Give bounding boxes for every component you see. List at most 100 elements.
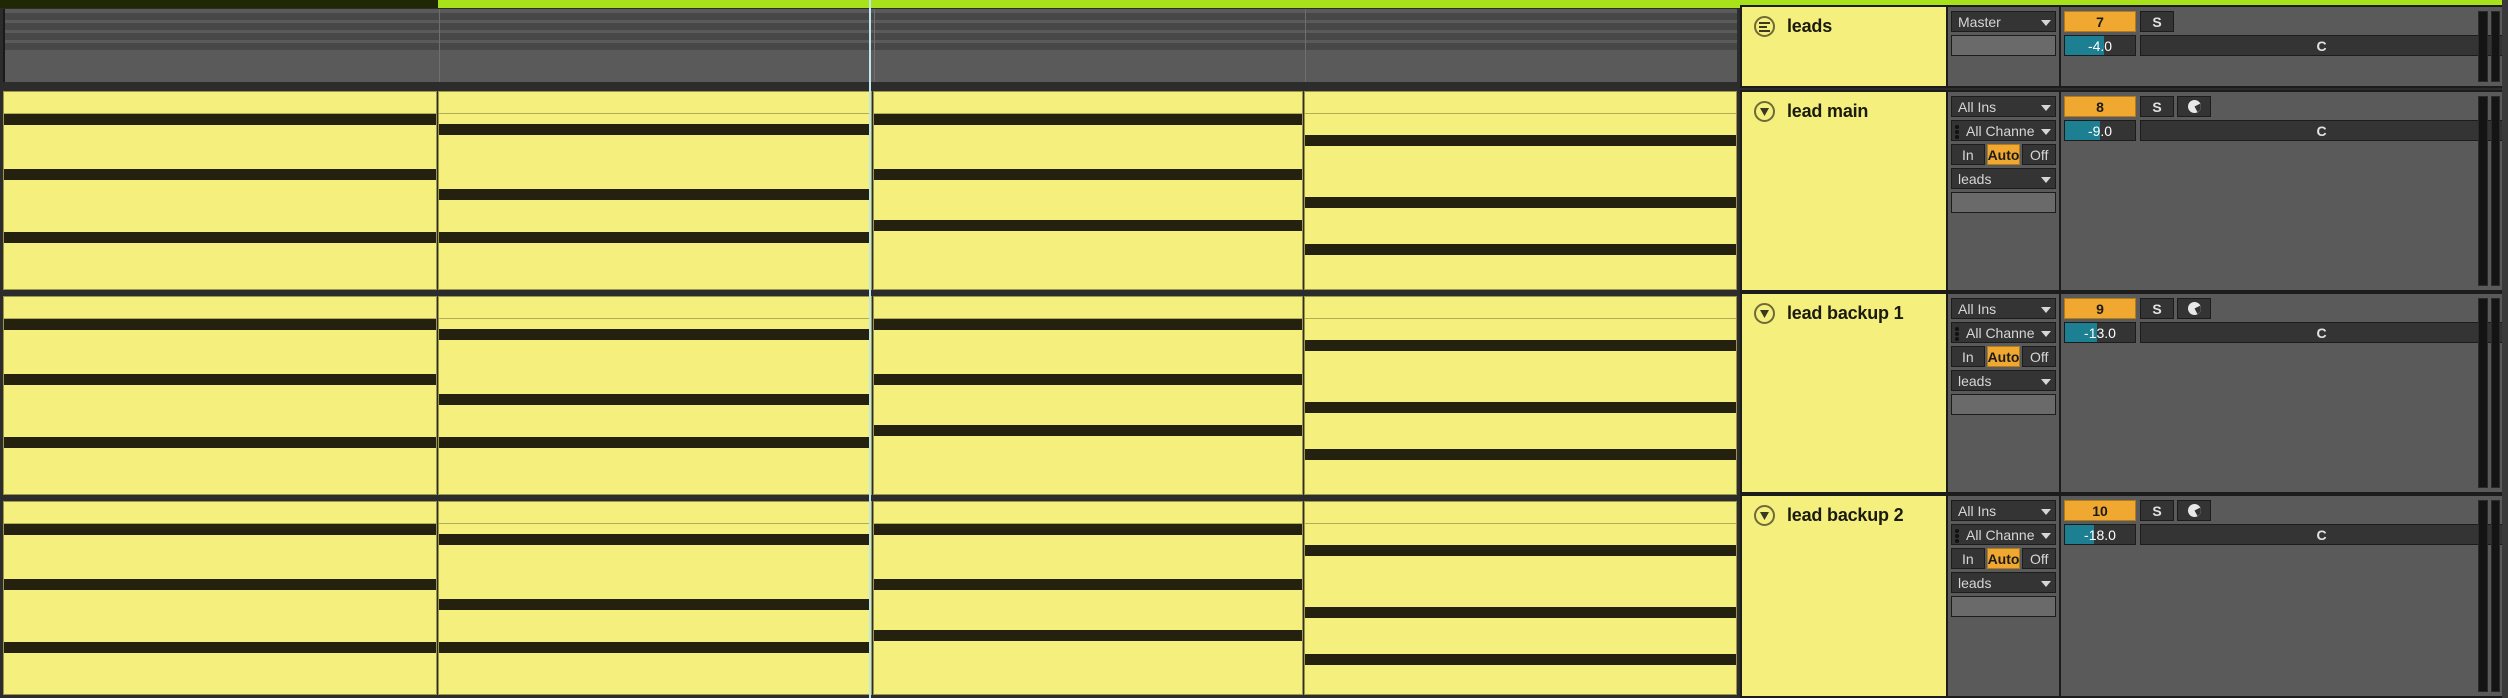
monitor-auto-button[interactable]: Auto [1986,144,2021,165]
track-fold-icon[interactable] [1754,303,1775,324]
midi-note[interactable] [439,232,871,243]
clip-title-bar[interactable] [1305,92,1736,114]
midi-note[interactable] [874,630,1302,641]
monitor-off-button[interactable]: Off [2022,548,2057,569]
clip-title-bar[interactable] [439,502,871,524]
midi-clip[interactable] [1304,501,1737,695]
track-io-cell[interactable]: Master [1948,5,2061,88]
mixer-strip[interactable]: 10 -18.0 S C [2061,494,2508,698]
input-channel-chooser[interactable]: All Channe [1951,322,2056,343]
track-fold-icon[interactable] [1754,101,1775,122]
midi-clip[interactable] [3,501,437,695]
midi-clip[interactable] [438,91,872,290]
midi-clip[interactable] [438,501,872,695]
track-name-cell[interactable]: lead backup 1 [1740,292,1948,494]
clip-title-bar[interactable] [4,297,436,319]
scene-number-box[interactable]: 7 [2064,11,2136,32]
track-name-cell[interactable]: lead main [1740,90,1948,292]
midi-note[interactable] [1305,197,1736,208]
midi-note[interactable] [874,374,1302,385]
midi-note[interactable] [1305,135,1736,146]
midi-clip[interactable] [873,501,1303,695]
clip-title-bar[interactable] [4,502,436,524]
clip-title-bar[interactable] [874,297,1302,319]
clip-title-bar[interactable] [1305,297,1736,319]
mixer-strip[interactable]: 7 -4.0 S C [2061,5,2508,88]
clip-title-bar[interactable] [439,297,871,319]
clip-title-bar[interactable] [439,92,871,114]
midi-note[interactable] [4,169,436,180]
midi-clip[interactable] [1304,91,1737,290]
monitor-in-button[interactable]: In [1951,144,1985,165]
midi-note[interactable] [4,437,436,448]
midi-note[interactable] [439,124,871,135]
scene-number-box[interactable]: 9 [2064,298,2136,319]
midi-note[interactable] [439,329,871,340]
volume-display[interactable]: -9.0 [2064,120,2136,141]
midi-note[interactable] [439,642,871,653]
track-name-cell[interactable]: leads [1740,5,1948,88]
pan-display[interactable]: C [2140,120,2503,141]
midi-clip[interactable] [3,91,437,290]
pan-display[interactable]: C [2140,35,2503,56]
scene-number-box[interactable]: 10 [2064,500,2136,521]
midi-note[interactable] [1305,545,1736,556]
midi-note[interactable] [439,189,871,200]
solo-button[interactable]: S [2140,96,2174,117]
monitor-in-button[interactable]: In [1951,346,1985,367]
midi-note[interactable] [874,524,1302,535]
empty-slot[interactable] [1951,192,2056,213]
arrangement-view[interactable] [0,0,1740,698]
midi-note[interactable] [874,114,1302,125]
clip-title-bar[interactable] [1305,502,1736,524]
clip-title-bar[interactable] [874,92,1302,114]
midi-note[interactable] [1305,449,1736,460]
midi-note[interactable] [874,579,1302,590]
midi-clip[interactable] [438,296,872,495]
pan-display[interactable]: C [2140,524,2503,545]
track-header-row[interactable]: lead main All Ins All Channe In Auto Off leads… [1740,90,2508,292]
monitor-section[interactable]: In Auto Off [1951,346,2057,367]
record-arm-icon[interactable] [2177,96,2211,117]
midi-note[interactable] [4,524,436,535]
input-channel-chooser[interactable]: All Channe [1951,120,2056,141]
midi-clip[interactable] [873,91,1303,290]
track-header-panel[interactable]: leads Master 7 -4.0 S Clead main All Ins All Ch… [1740,0,2508,698]
midi-note[interactable] [439,534,871,545]
output-chooser[interactable]: leads [1951,168,2056,189]
output-chooser[interactable]: leads [1951,572,2056,593]
monitor-auto-button[interactable]: Auto [1986,346,2021,367]
mixer-strip[interactable]: 9 -13.0 S C [2061,292,2508,494]
midi-note[interactable] [439,394,871,405]
track-io-cell[interactable]: All Ins All Channe In Auto Off leads [1948,494,2061,698]
group-fold-icon[interactable] [1754,16,1775,37]
midi-note[interactable] [1305,340,1736,351]
midi-note[interactable] [439,437,871,448]
solo-button[interactable]: S [2140,500,2174,521]
empty-slot[interactable] [1951,394,2056,415]
midi-note[interactable] [874,169,1302,180]
solo-button[interactable]: S [2140,298,2174,319]
input-channel-chooser[interactable]: All Channe [1951,524,2056,545]
input-type-chooser[interactable]: All Ins [1951,298,2056,319]
volume-display[interactable]: -4.0 [2064,35,2136,56]
midi-note[interactable] [1305,607,1736,618]
track-header-row[interactable]: lead backup 2 All Ins All Channe In Auto Off l… [1740,494,2508,698]
midi-clip[interactable] [1304,296,1737,495]
empty-slot[interactable] [1951,35,2056,56]
input-type-chooser[interactable]: Master [1951,11,2056,32]
midi-note[interactable] [4,319,436,330]
volume-display[interactable]: -13.0 [2064,322,2136,343]
record-arm-icon[interactable] [2177,500,2211,521]
midi-note[interactable] [4,232,436,243]
track-header-row[interactable]: leads Master 7 -4.0 S C [1740,0,2508,88]
midi-clip[interactable] [873,296,1303,495]
midi-clip[interactable] [3,296,437,495]
track-header-row[interactable]: lead backup 1 All Ins All Channe In Auto Off l… [1740,292,2508,494]
output-chooser[interactable]: leads [1951,370,2056,391]
empty-slot[interactable] [1951,596,2056,617]
midi-note[interactable] [4,579,436,590]
mixer-strip[interactable]: 8 -9.0 S C [2061,90,2508,292]
track-io-cell[interactable]: All Ins All Channe In Auto Off leads [1948,90,2061,292]
monitor-in-button[interactable]: In [1951,548,1985,569]
